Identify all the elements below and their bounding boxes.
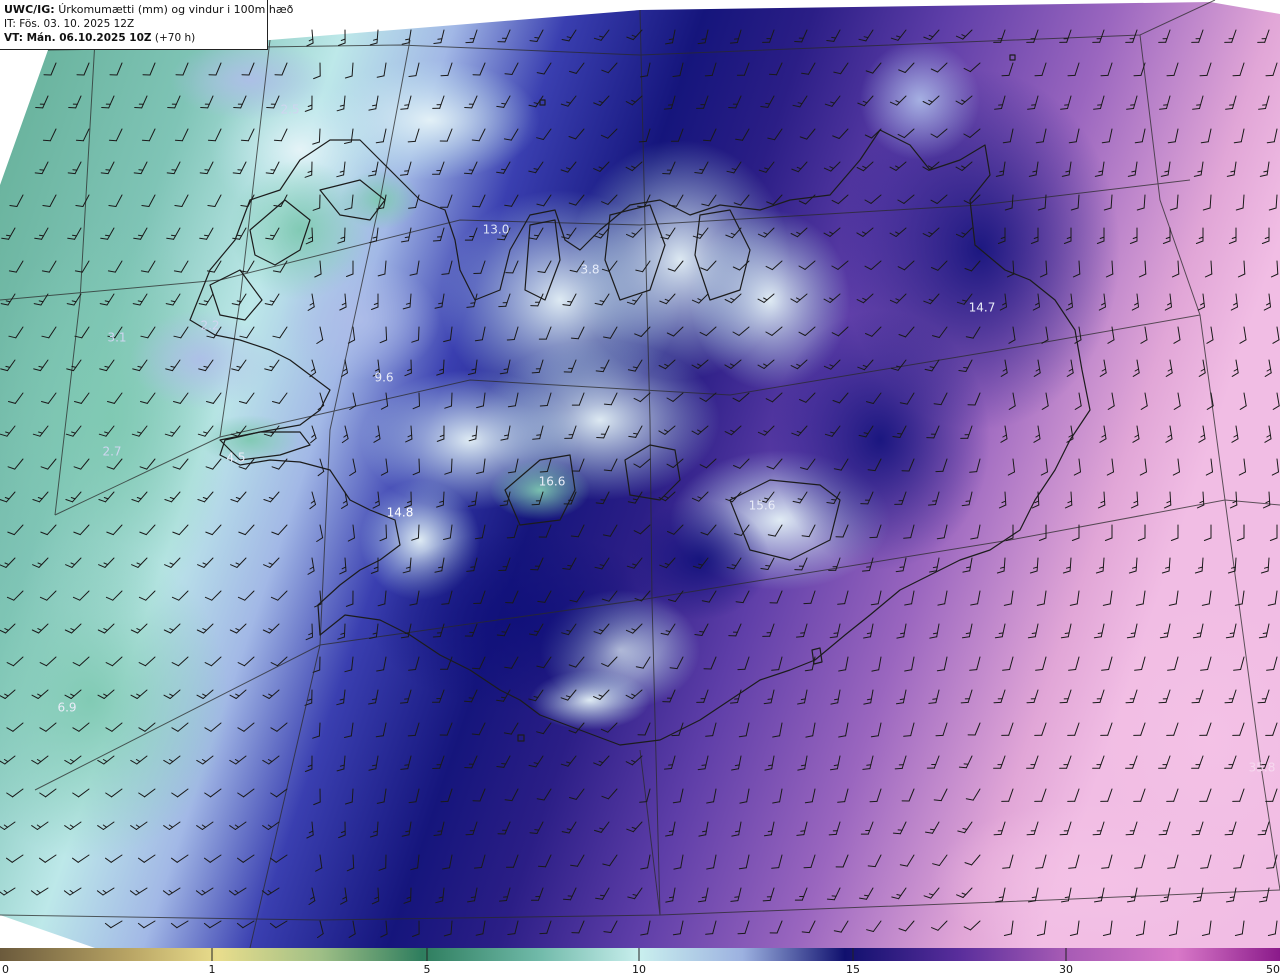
forecast-map-frame: 2.5 13.0 3.8 14.7 2.2 3.1 9.6 4.5 2.7 16.6 14.8 15.… [0, 0, 1280, 978]
max-value-label: 9.6 [374, 371, 393, 385]
colorbar-tick-label: 0 [2, 963, 9, 976]
max-value-label: 15.6 [749, 499, 776, 513]
colorbar-gradient [0, 948, 1280, 961]
max-value-label: 6.9 [57, 701, 76, 715]
valid-time-line: VT: Mán. 06.10.2025 10Z (+70 h) [4, 31, 263, 45]
issue-time: IT: Fös. 03. 10. 2025 12Z [4, 18, 135, 30]
max-value-label: 2.5 [280, 103, 299, 117]
max-value-label: 14.7 [969, 301, 996, 315]
model-tag: UWC/IG: [4, 3, 55, 16]
max-value-label: 3.1 [107, 331, 126, 345]
max-value-label: 3.8 [580, 263, 599, 277]
max-value-label: 16.6 [539, 475, 566, 489]
colorbar-tick-label: 15 [846, 963, 860, 976]
title-line: UWC/IG: Úrkomumætti (mm) og vindur i 100… [4, 3, 293, 17]
valid-time: VT: Mán. 06.10.2025 10Z [4, 32, 152, 44]
max-value-label: 13.0 [483, 223, 510, 237]
forecast-info-box: UWC/IG: Úrkomumætti (mm) og vindur i 100… [0, 0, 293, 50]
lead-time: (+70 h) [154, 32, 196, 44]
max-value-label: 14.8 [387, 506, 414, 520]
colorbar-labels: 0 1 5 10 15 30 50 [0, 961, 1280, 978]
precipitation-wind-map: 2.5 13.0 3.8 14.7 2.2 3.1 9.6 4.5 2.7 16.6 14.8 15.… [0, 0, 1280, 948]
colorbar-tick-label: 30 [1059, 963, 1073, 976]
colorbar-tick-label: 50 [1266, 963, 1280, 976]
max-value-label: 2.2 [200, 319, 219, 333]
colorbar [0, 948, 1280, 961]
colorbar-tick-label: 5 [423, 963, 431, 976]
map-title: Úrkomumætti (mm) og vindur i 100m hæð [58, 3, 294, 16]
max-value-label: 4.5 [226, 451, 245, 465]
max-value-label: 35.8 [1249, 761, 1276, 775]
max-value-label: 2.7 [102, 445, 121, 459]
colorbar-tick-label: 1 [208, 963, 216, 976]
colorbar-tick-label: 10 [632, 963, 646, 976]
